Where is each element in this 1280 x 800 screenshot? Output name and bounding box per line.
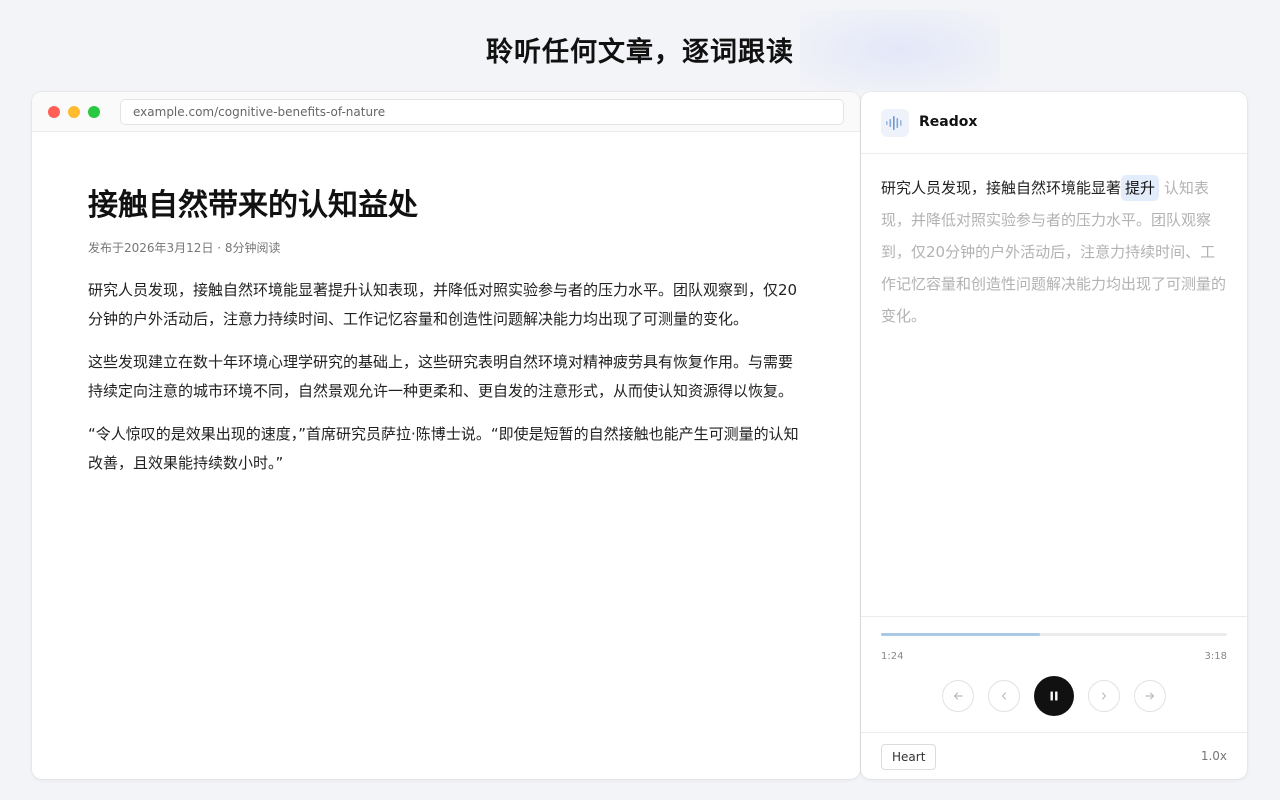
transcript-spoken: 研究人员发现，接触自然环境能显著 bbox=[881, 179, 1122, 197]
article-paragraph: “令人惊叹的是效果出现的速度，”首席研究员萨拉·陈博士说。“即使是短暂的自然接触… bbox=[88, 425, 799, 472]
transcript-pending: 认知表现，并降低对照实验参与者的压力水平。团队观察到，仅20分钟的户外活动后，注… bbox=[881, 179, 1227, 325]
article-paragraph: 这些发现建立在数十年环境心理学研究的基础上，这些研究表明自然环境对精神疲劳具有恢… bbox=[88, 353, 794, 400]
pause-icon bbox=[1050, 691, 1058, 701]
speed-control[interactable]: 1.0x bbox=[1201, 749, 1227, 763]
browser-toolbar: example.com/cognitive-benefits-of-nature bbox=[32, 92, 860, 132]
waveform-icon bbox=[881, 109, 909, 137]
reader-header: Readox bbox=[861, 92, 1247, 154]
transcript-current-word[interactable]: 提升 bbox=[1121, 175, 1160, 201]
address-bar[interactable]: example.com/cognitive-benefits-of-nature bbox=[120, 99, 844, 125]
article-meta: 发布于2026年3月12日 · 8分钟阅读 bbox=[88, 241, 281, 255]
close-window-dot[interactable] bbox=[48, 106, 60, 118]
transcript: 研究人员发现，接触自然环境能显著 提升 认知表现，并降低对照实验参与者的压力水平。… bbox=[881, 172, 1227, 332]
player-controls: 1:24 3:18 bbox=[861, 616, 1247, 732]
brand-name: Readox bbox=[919, 114, 978, 130]
article: 接触自然带来的认知益处 发布于2026年3月12日 · 8分钟阅读 研究人员发现… bbox=[88, 184, 800, 478]
next-icon bbox=[1101, 692, 1107, 700]
maximize-window-dot[interactable] bbox=[88, 106, 100, 118]
article-paragraph: 研究人员发现，接触自然环境能显著提升认知表现，并降低对照实验参与者的压力水平。团… bbox=[88, 281, 798, 328]
page-title: 聆听任何文章，逐词跟读 bbox=[486, 37, 794, 68]
rewind-icon bbox=[953, 692, 963, 700]
total-time: 3:18 bbox=[1204, 651, 1227, 662]
previous-icon bbox=[1001, 692, 1007, 700]
forward-icon bbox=[1145, 692, 1155, 700]
voice-selector[interactable]: Heart bbox=[881, 744, 937, 770]
pause-button[interactable] bbox=[1034, 676, 1074, 716]
article-title: 接触自然带来的认知益处 bbox=[88, 188, 418, 223]
progress-fill bbox=[881, 633, 1041, 636]
previous-button[interactable] bbox=[988, 680, 1020, 712]
reader-panel: Readox 研究人员发现，接触自然环境能显著 提升 认知表现，并降低对照实验参与… bbox=[861, 92, 1247, 779]
browser-window: example.com/cognitive-benefits-of-nature… bbox=[32, 92, 860, 779]
elapsed-time: 1:24 bbox=[881, 651, 904, 662]
reader-footer: Heart 1.0x bbox=[861, 732, 1247, 779]
progress-bar[interactable] bbox=[881, 633, 1227, 636]
rewind-button[interactable] bbox=[942, 680, 974, 712]
next-button[interactable] bbox=[1088, 680, 1120, 712]
forward-button[interactable] bbox=[1134, 680, 1166, 712]
minimize-window-dot[interactable] bbox=[68, 106, 80, 118]
